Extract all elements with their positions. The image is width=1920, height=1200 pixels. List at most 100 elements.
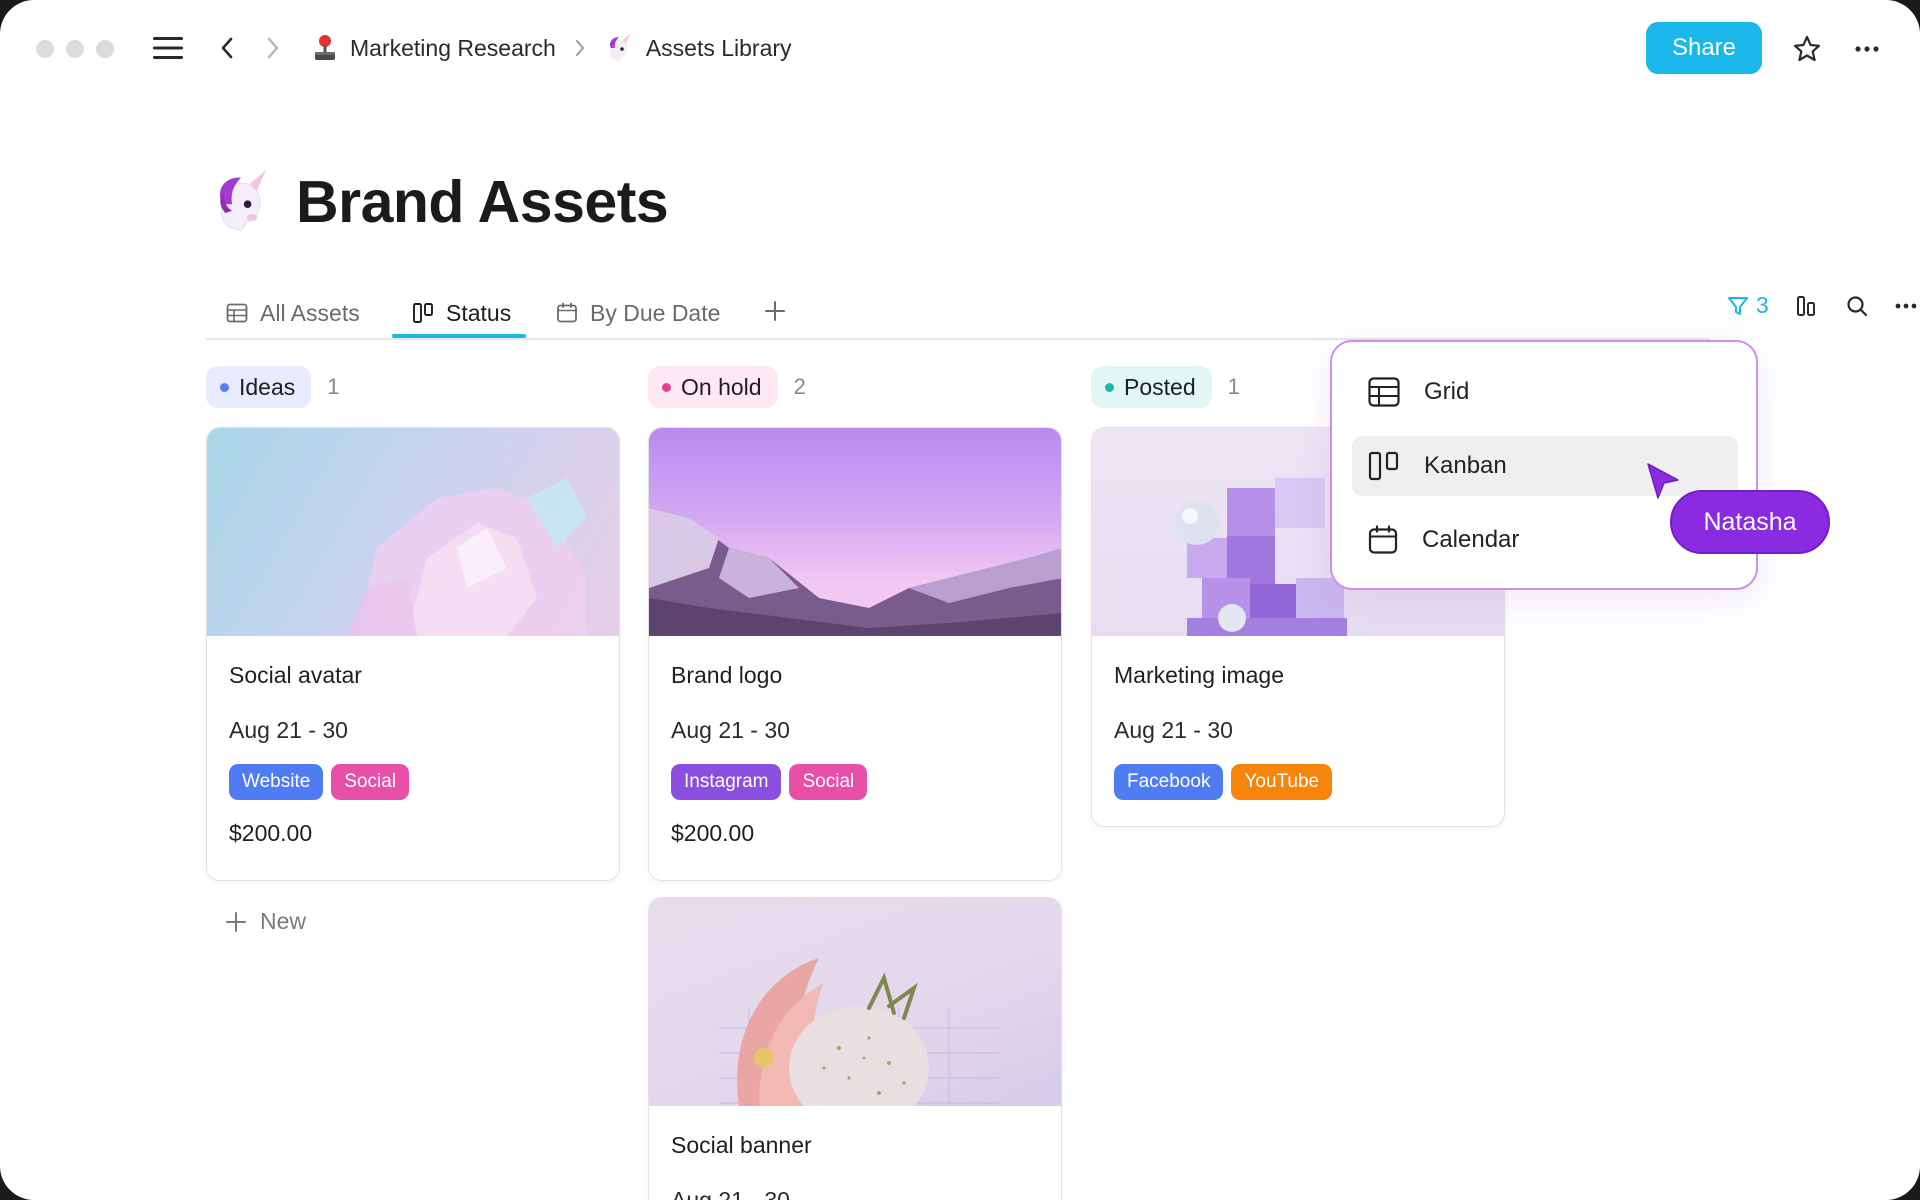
calendar-icon xyxy=(557,302,577,323)
tag-badge[interactable]: Social xyxy=(331,764,410,800)
card-tags: Instagram Social xyxy=(671,764,1039,800)
column-label: Posted xyxy=(1124,373,1196,400)
filter-icon xyxy=(1728,296,1748,315)
column-header-posted: Posted 1 xyxy=(1091,366,1240,408)
active-tab-indicator xyxy=(392,334,526,338)
card-date: Aug 21 - 30 xyxy=(1114,717,1233,743)
tab-by-due-date[interactable]: By Due Date xyxy=(556,288,720,338)
view-tabs: All Assets Status By Due Date 3 xyxy=(206,282,1917,340)
kanban-card[interactable]: Brand logo Aug 21 - 30 Instagram Social … xyxy=(648,427,1062,881)
tab-status[interactable]: Status xyxy=(412,288,511,338)
more-options-button[interactable] xyxy=(1848,30,1886,68)
columns-icon xyxy=(1796,295,1815,316)
window-controls xyxy=(36,40,114,58)
tag-badge[interactable]: YouTube xyxy=(1231,764,1333,800)
menu-item-label: Kanban xyxy=(1424,452,1507,479)
new-card-label: New xyxy=(260,908,307,934)
status-badge[interactable]: Ideas xyxy=(206,366,312,408)
tag-badge[interactable]: Facebook xyxy=(1114,764,1224,800)
card-date: Aug 21 - 30 xyxy=(671,1187,790,1200)
page-header: Brand Assets xyxy=(208,168,669,236)
filter-button[interactable]: 3 xyxy=(1726,292,1769,319)
card-cover-image xyxy=(649,898,1061,1106)
forward-button[interactable] xyxy=(258,30,288,66)
status-dot xyxy=(1105,382,1114,392)
column-label: On hold xyxy=(681,373,762,400)
status-badge[interactable]: On hold xyxy=(648,366,778,408)
menu-item-label: Grid xyxy=(1424,378,1470,405)
joystick-icon xyxy=(315,35,335,60)
tab-all-assets[interactable]: All Assets xyxy=(226,288,360,338)
kanban-card[interactable]: Social banner Aug 21 - 30 xyxy=(648,897,1062,1200)
kanban-card[interactable]: Social avatar Aug 21 - 30 Website Social… xyxy=(206,427,620,881)
favorite-button[interactable] xyxy=(1788,30,1826,68)
card-date: Aug 21 - 30 xyxy=(229,717,348,743)
unicorn-icon xyxy=(219,170,266,232)
card-tags: Website Social xyxy=(229,764,597,800)
column-count: 1 xyxy=(327,374,340,399)
share-button[interactable]: Share xyxy=(1646,22,1762,74)
column-header-on-hold: On hold 2 xyxy=(648,366,806,408)
plus-icon xyxy=(765,301,785,321)
star-icon xyxy=(1793,35,1821,62)
menu-button[interactable] xyxy=(150,30,186,66)
breadcrumb-parent-label: Marketing Research xyxy=(350,34,556,61)
chevron-right-icon xyxy=(267,37,279,59)
card-title: Social banner xyxy=(671,1132,812,1158)
search-button[interactable] xyxy=(1845,294,1869,318)
more-horizontal-icon xyxy=(1855,46,1879,52)
card-title: Marketing image xyxy=(1114,662,1285,688)
column-header-ideas: Ideas 1 xyxy=(206,366,340,408)
breadcrumb: Marketing Research Assets Library xyxy=(312,28,792,68)
unicorn-icon xyxy=(609,34,630,61)
kanban-icon xyxy=(413,303,433,323)
tab-label: By Due Date xyxy=(590,299,721,326)
hamburger-icon xyxy=(153,37,183,59)
close-window-button[interactable] xyxy=(36,40,54,58)
new-card-button[interactable]: New xyxy=(226,908,306,935)
menu-item-label: Calendar xyxy=(1422,526,1520,553)
card-cover-image xyxy=(207,428,619,636)
chevron-left-icon xyxy=(221,37,233,59)
breadcrumb-item-parent[interactable]: Marketing Research xyxy=(312,34,556,62)
tab-label: All Assets xyxy=(260,299,360,326)
view-options-button[interactable] xyxy=(1895,303,1917,309)
card-price: $200.00 xyxy=(229,820,313,846)
grid-icon xyxy=(1368,377,1400,407)
card-price: $200.00 xyxy=(671,820,755,846)
app-window: Marketing Research Assets Library Share xyxy=(0,0,1920,1200)
status-dot xyxy=(662,382,671,392)
card-title: Social avatar xyxy=(229,662,362,688)
kanban-icon xyxy=(1368,451,1399,481)
collaborator-cursor-icon xyxy=(1647,463,1679,499)
menu-item-grid[interactable]: Grid xyxy=(1352,362,1738,422)
status-dot xyxy=(220,382,229,392)
collaborator-name-badge: Natasha xyxy=(1670,490,1830,554)
column-count: 2 xyxy=(793,374,806,399)
minimize-window-button[interactable] xyxy=(66,40,84,58)
page-title: Brand Assets xyxy=(296,169,669,235)
top-bar: Marketing Research Assets Library Share xyxy=(0,0,1920,96)
tag-badge[interactable]: Instagram xyxy=(671,764,782,800)
tag-badge[interactable]: Social xyxy=(789,764,868,800)
back-button[interactable] xyxy=(212,30,242,66)
card-title: Brand logo xyxy=(671,662,783,688)
chevron-right-icon xyxy=(575,40,584,56)
tag-badge[interactable]: Website xyxy=(229,764,324,800)
search-icon xyxy=(1847,295,1867,316)
table-icon xyxy=(226,303,248,323)
plus-icon xyxy=(226,911,246,932)
group-by-button[interactable] xyxy=(1795,294,1819,318)
maximize-window-button[interactable] xyxy=(96,40,114,58)
status-badge[interactable]: Posted xyxy=(1091,366,1212,408)
add-view-button[interactable] xyxy=(760,296,790,326)
calendar-icon xyxy=(1368,525,1398,554)
more-horizontal-icon xyxy=(1895,303,1917,308)
filter-count: 3 xyxy=(1756,292,1769,318)
column-label: Ideas xyxy=(239,373,296,400)
breadcrumb-current-label: Assets Library xyxy=(645,34,792,61)
breadcrumb-item-current[interactable]: Assets Library xyxy=(604,33,792,63)
card-tags: Facebook YouTube xyxy=(1114,764,1482,800)
column-count: 1 xyxy=(1227,374,1240,399)
view-toolbar: 3 xyxy=(1726,292,1917,319)
